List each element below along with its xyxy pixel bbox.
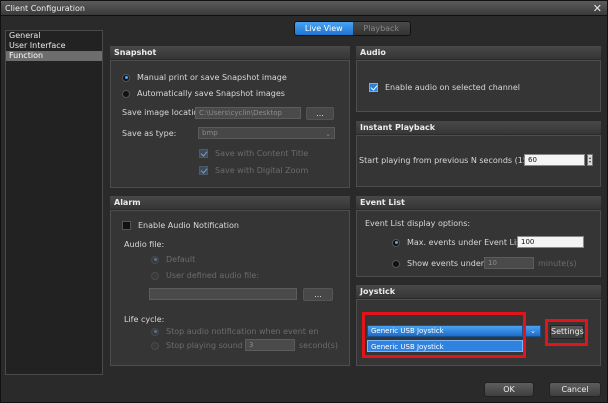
save-location-browse-button[interactable]: ... bbox=[306, 107, 334, 120]
sidebar-item-general[interactable]: General bbox=[6, 31, 102, 41]
show-events-minutes-input[interactable]: 10 bbox=[484, 257, 534, 269]
audio-file-path-input[interactable] bbox=[149, 288, 297, 300]
max-events-label: Max. events under Event List: bbox=[407, 238, 527, 247]
close-icon[interactable]: ✕ bbox=[593, 2, 602, 15]
save-content-title-checkbox[interactable] bbox=[199, 149, 208, 158]
stop-on-event-radio[interactable] bbox=[151, 327, 159, 336]
joystick-section-title: Joystick bbox=[356, 285, 601, 298]
joystick-dropdown-chevron-icon[interactable]: ⌄ bbox=[525, 325, 541, 337]
event-list-section-title: Event List bbox=[356, 196, 601, 209]
highlight-box-settings-button bbox=[545, 319, 588, 346]
chevron-down-icon: ⌄ bbox=[325, 130, 331, 138]
show-events-unit: minute(s) bbox=[538, 259, 577, 268]
snapshot-auto-option[interactable]: Automatically save Snapshot images bbox=[122, 89, 285, 98]
max-events-radio[interactable] bbox=[392, 238, 400, 247]
title-bar: Client Configuration ✕ bbox=[1, 1, 607, 16]
enable-audio-notification-option[interactable]: Enable Audio Notification bbox=[122, 221, 239, 230]
user-defined-audio-option[interactable]: User defined audio file: bbox=[151, 271, 259, 280]
enable-audio-label: Enable audio on selected channel bbox=[385, 83, 520, 92]
tab-live-view[interactable]: Live View bbox=[295, 22, 353, 35]
max-events-input[interactable]: 100 bbox=[517, 236, 584, 248]
enable-audio-notification-checkbox[interactable] bbox=[122, 221, 131, 230]
client-configuration-window: Client Configuration ✕ General User Inte… bbox=[0, 0, 608, 403]
save-digital-zoom-label: Save with Digital Zoom bbox=[215, 166, 309, 175]
enable-audio-notification-label: Enable Audio Notification bbox=[138, 221, 239, 230]
audio-file-label: Audio file: bbox=[124, 240, 165, 249]
instant-playback-spinner[interactable] bbox=[587, 154, 593, 166]
event-list-options-label: Event List display options: bbox=[365, 219, 471, 228]
stop-after-radio[interactable] bbox=[151, 341, 159, 350]
enable-audio-checkbox[interactable] bbox=[369, 83, 378, 92]
save-as-type-value: bmp bbox=[202, 129, 218, 137]
user-defined-audio-radio[interactable] bbox=[151, 271, 159, 280]
save-as-type-label: Save as type: bbox=[122, 129, 177, 138]
view-toggle: Live View Playback bbox=[294, 21, 411, 36]
stop-after-label: Stop playing sound at bbox=[166, 341, 254, 350]
enable-audio-option[interactable]: Enable audio on selected channel bbox=[369, 83, 520, 92]
save-content-title-option[interactable]: Save with Content Title bbox=[199, 149, 308, 158]
default-audio-option[interactable]: Default bbox=[151, 255, 195, 264]
category-sidebar: General User Interface Function bbox=[5, 30, 103, 375]
instant-playback-seconds-input[interactable]: 60 bbox=[524, 154, 585, 166]
snapshot-auto-label: Automatically save Snapshot images bbox=[137, 89, 285, 98]
stop-on-event-option[interactable]: Stop audio notification when event en bbox=[151, 327, 318, 336]
default-audio-radio[interactable] bbox=[151, 255, 159, 264]
snapshot-section-title: Snapshot bbox=[110, 46, 350, 59]
show-events-option[interactable]: Show events under bbox=[392, 259, 484, 268]
max-events-option[interactable]: Max. events under Event List: bbox=[392, 238, 526, 247]
snapshot-manual-radio[interactable] bbox=[122, 73, 130, 82]
window-title: Client Configuration bbox=[5, 4, 85, 13]
save-digital-zoom-option[interactable]: Save with Digital Zoom bbox=[199, 166, 308, 175]
stop-after-option[interactable]: Stop playing sound at bbox=[151, 341, 253, 350]
show-events-radio[interactable] bbox=[392, 259, 400, 268]
stop-after-unit: second(s) bbox=[299, 341, 338, 350]
save-as-type-select[interactable]: bmp ⌄ bbox=[198, 127, 335, 139]
stop-after-seconds-input[interactable]: 3 bbox=[245, 339, 295, 351]
life-cycle-label: Life cycle: bbox=[124, 315, 165, 324]
snapshot-auto-radio[interactable] bbox=[122, 89, 130, 98]
save-digital-zoom-checkbox[interactable] bbox=[199, 166, 208, 175]
audio-section-title: Audio bbox=[356, 46, 601, 59]
user-defined-audio-label: User defined audio file: bbox=[166, 271, 260, 280]
save-content-title-label: Save with Content Title bbox=[215, 149, 309, 158]
audio-file-browse-button[interactable]: ... bbox=[303, 288, 333, 301]
save-location-label: Save image location: bbox=[122, 108, 207, 117]
alarm-section-title: Alarm bbox=[110, 196, 350, 209]
cancel-button[interactable]: Cancel bbox=[549, 382, 601, 397]
snapshot-manual-label: Manual print or save Snapshot image bbox=[137, 73, 287, 82]
ok-button[interactable]: OK bbox=[484, 382, 534, 397]
save-location-input[interactable]: C:\Users\cyclin\Desktop bbox=[195, 107, 301, 119]
sidebar-item-user-interface[interactable]: User Interface bbox=[6, 41, 102, 51]
highlight-box-joystick-select bbox=[362, 312, 526, 358]
snapshot-manual-option[interactable]: Manual print or save Snapshot image bbox=[122, 73, 287, 82]
instant-playback-section-title: Instant Playback bbox=[356, 121, 601, 134]
sidebar-item-function[interactable]: Function bbox=[6, 51, 102, 61]
show-events-label: Show events under bbox=[407, 259, 485, 268]
tab-playback[interactable]: Playback bbox=[352, 22, 410, 35]
default-audio-label: Default bbox=[166, 255, 196, 264]
stop-on-event-label: Stop audio notification when event en bbox=[166, 327, 319, 336]
